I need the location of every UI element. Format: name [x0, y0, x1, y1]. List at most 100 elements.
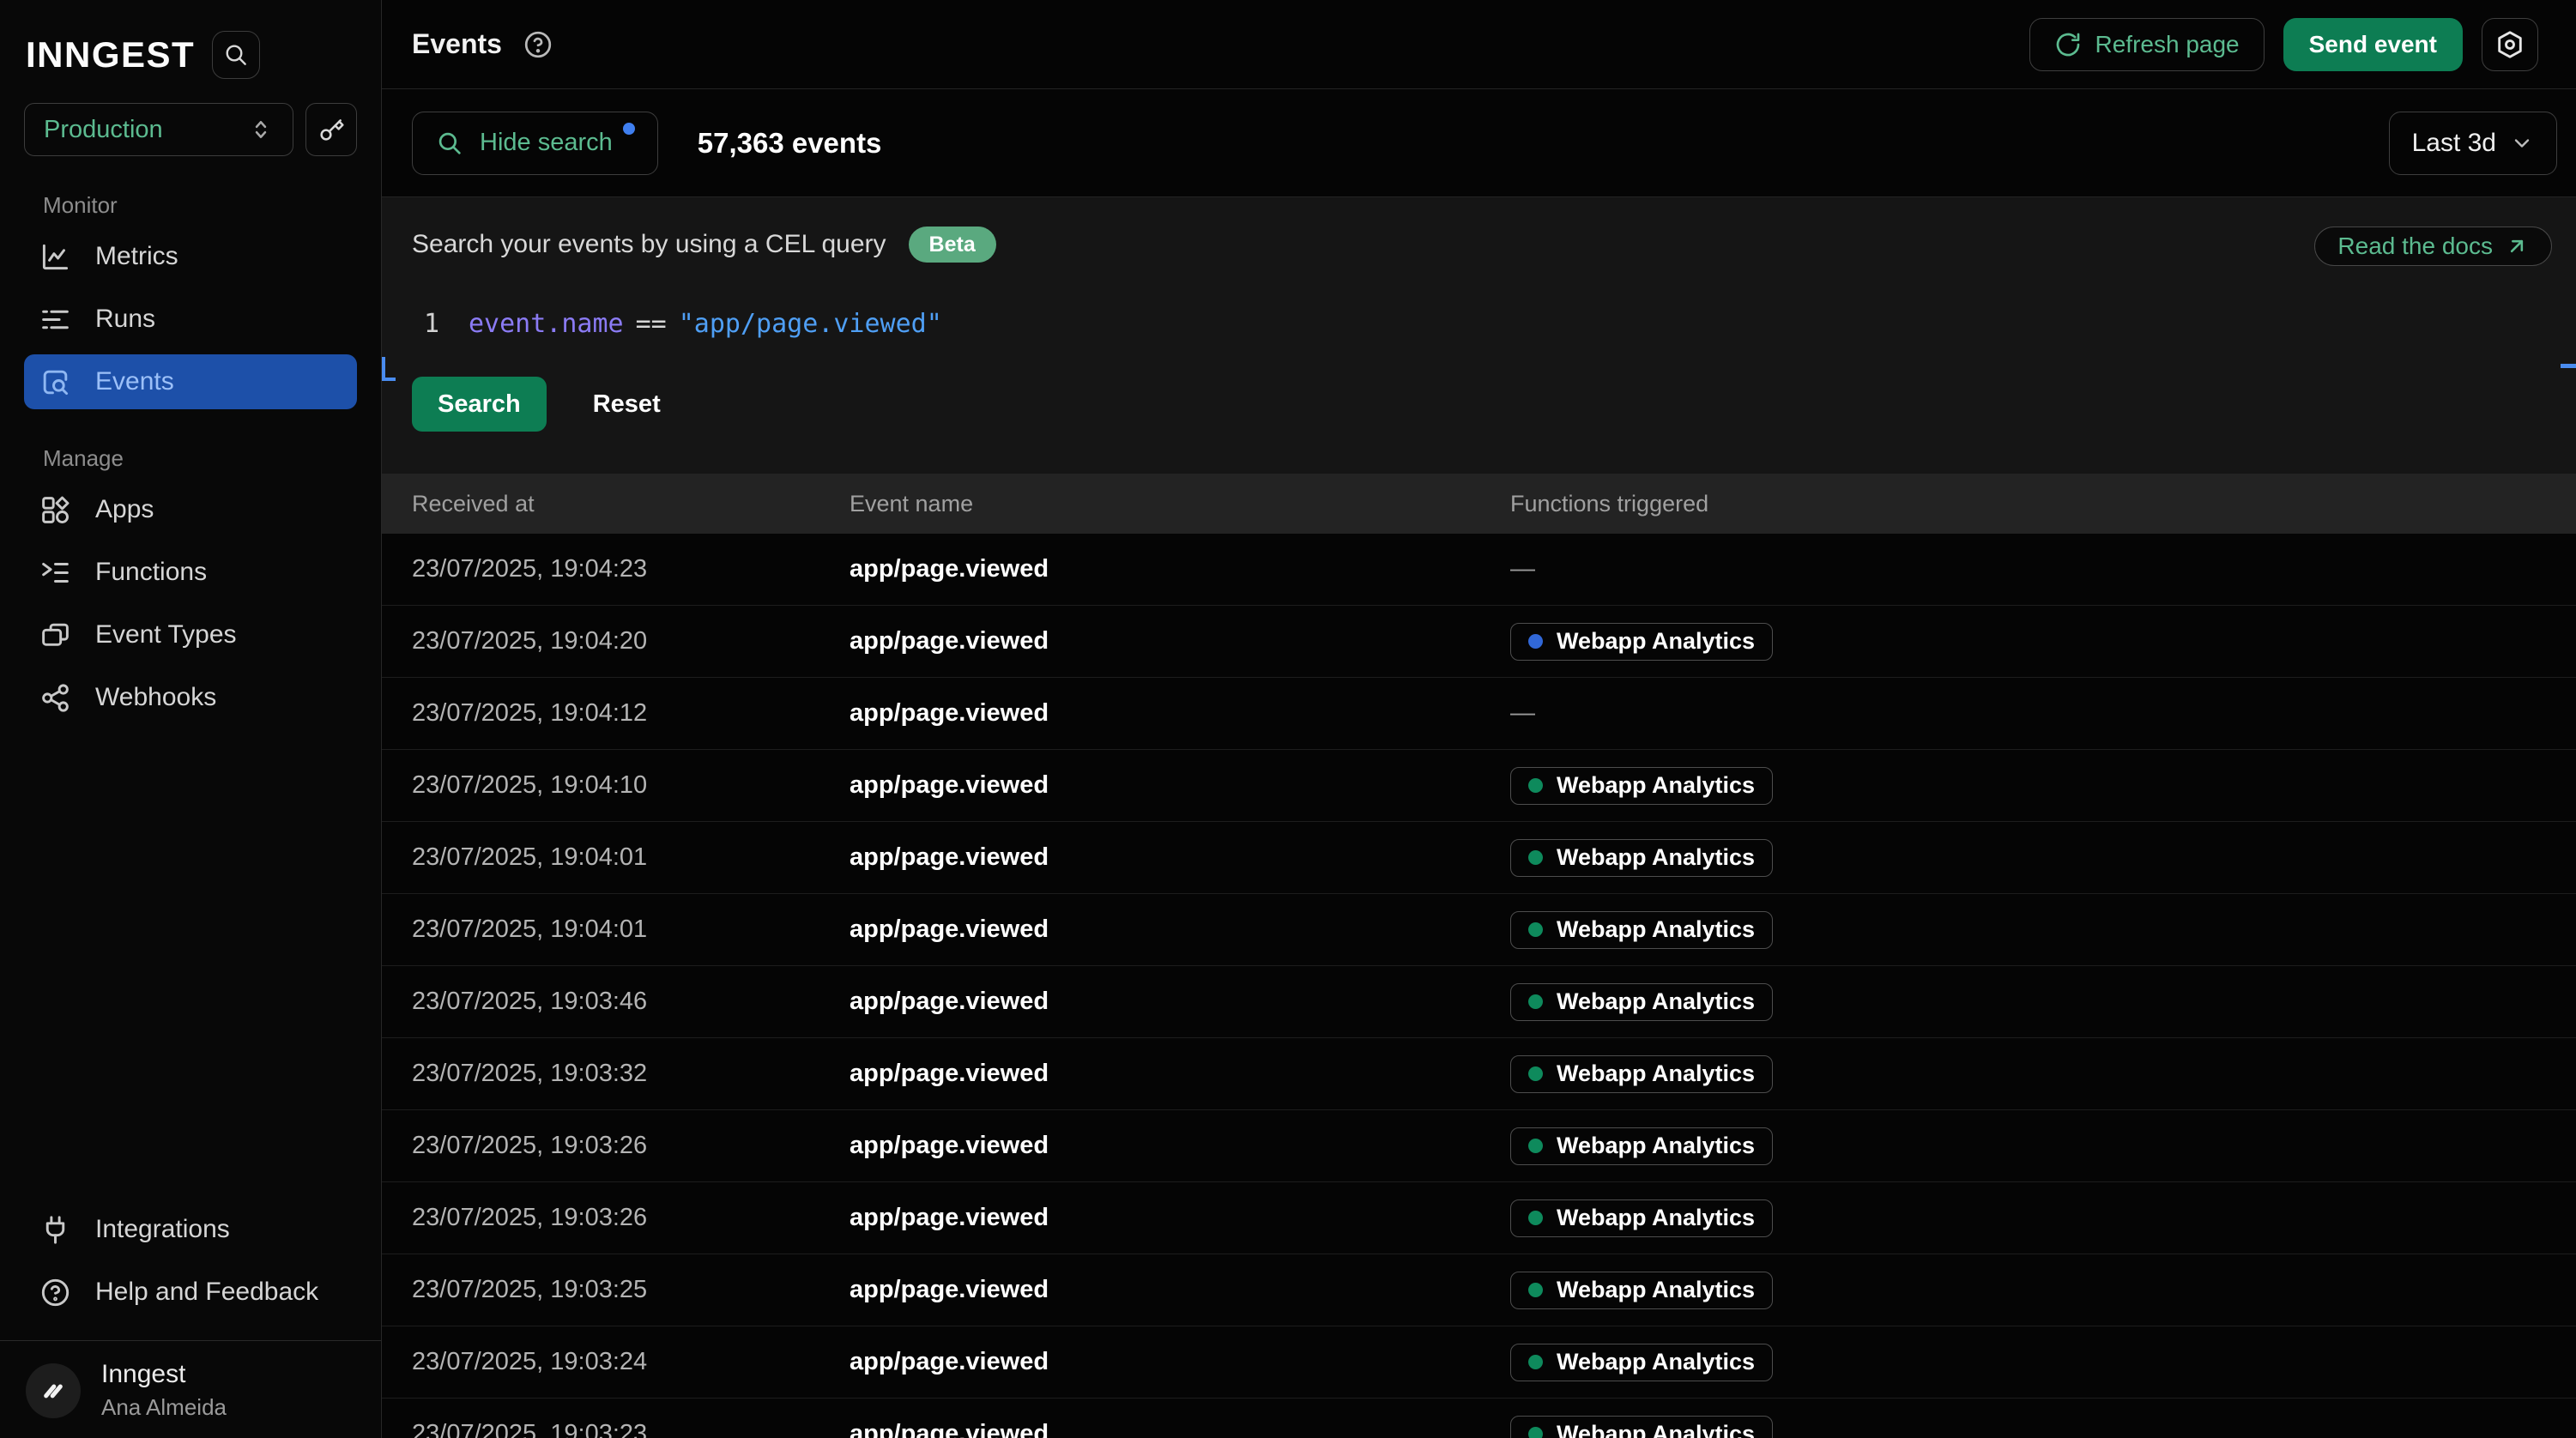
function-badge[interactable]: Webapp Analytics	[1510, 1127, 1773, 1165]
sidebar-item-integrations[interactable]: Integrations	[24, 1202, 357, 1257]
refresh-page-button[interactable]: Refresh page	[2029, 18, 2265, 71]
environment-value: Production	[44, 116, 163, 144]
event-name-cell[interactable]: app/page.viewed	[850, 1204, 1510, 1232]
hide-search-button[interactable]: Hide search	[412, 112, 658, 175]
received-at-cell: 23/07/2025, 19:04:10	[412, 771, 850, 800]
function-badge[interactable]: Webapp Analytics	[1510, 1416, 1773, 1438]
user-text: Inngest Ana Almeida	[101, 1360, 227, 1421]
nav-section-label-monitor: Monitor	[24, 192, 357, 219]
functions-cell: Webapp Analytics	[1510, 1344, 2576, 1381]
sidebar-item-metrics[interactable]: Metrics	[24, 229, 357, 284]
function-status-dot	[1528, 634, 1543, 649]
page-header-left: Events	[412, 28, 553, 60]
integrations-icon	[39, 1214, 71, 1246]
help-circle-icon[interactable]	[523, 29, 553, 60]
function-badge[interactable]: Webapp Analytics	[1510, 1272, 1773, 1309]
sidebar-item-apps[interactable]: Apps	[24, 482, 357, 537]
page-header-actions: Refresh page Send event	[2029, 18, 2539, 71]
time-range-value: Last 3d	[2412, 129, 2496, 158]
table-row[interactable]: 23/07/2025, 19:04:12 app/page.viewed —	[382, 678, 2576, 750]
code-token-property: event.name	[469, 309, 624, 339]
sidebar-item-runs[interactable]: Runs	[24, 292, 357, 347]
editor-scroll-mark-right	[2561, 364, 2576, 368]
functions-cell: Webapp Analytics	[1510, 1272, 2576, 1309]
event-name-cell[interactable]: app/page.viewed	[850, 915, 1510, 944]
table-row[interactable]: 23/07/2025, 19:03:25 app/page.viewed Web…	[382, 1254, 2576, 1326]
function-badge[interactable]: Webapp Analytics	[1510, 1055, 1773, 1093]
cel-title-wrap: Search your events by using a CEL query …	[412, 227, 996, 263]
table-row[interactable]: 23/07/2025, 19:04:23 app/page.viewed —	[382, 534, 2576, 606]
sidebar-top: INNGEST Production Monitor Metrics Runs Eve…	[0, 31, 381, 733]
functions-icon	[39, 557, 71, 589]
table-row[interactable]: 23/07/2025, 19:04:01 app/page.viewed Web…	[382, 894, 2576, 966]
event-name-cell[interactable]: app/page.viewed	[850, 843, 1510, 872]
reset-button[interactable]: Reset	[593, 390, 661, 419]
cel-query-editor[interactable]: 1 event.name=="app/page.viewed"	[412, 309, 2552, 339]
functions-cell: Webapp Analytics	[1510, 911, 2576, 949]
events-toolbar: Hide search 57,363 events Last 3d	[382, 89, 2576, 197]
event-name-cell[interactable]: app/page.viewed	[850, 771, 1510, 800]
cel-query-code: event.name=="app/page.viewed"	[469, 309, 942, 339]
sidebar: INNGEST Production Monitor Metrics Runs Eve…	[0, 0, 382, 1438]
code-token-operator: ==	[636, 309, 667, 339]
sidebar-item-functions[interactable]: Functions	[24, 545, 357, 600]
function-badge[interactable]: Webapp Analytics	[1510, 623, 1773, 661]
event-name-cell[interactable]: app/page.viewed	[850, 1060, 1510, 1088]
table-row[interactable]: 23/07/2025, 19:04:01 app/page.viewed Web…	[382, 822, 2576, 894]
table-row[interactable]: 23/07/2025, 19:03:24 app/page.viewed Web…	[382, 1326, 2576, 1399]
time-range-selector[interactable]: Last 3d	[2389, 112, 2557, 175]
environment-settings-button[interactable]	[2482, 18, 2538, 71]
function-badge[interactable]: Webapp Analytics	[1510, 767, 1773, 805]
table-row[interactable]: 23/07/2025, 19:04:20 app/page.viewed Web…	[382, 606, 2576, 678]
functions-cell: Webapp Analytics	[1510, 623, 2576, 661]
inngest-logo: INNGEST	[26, 34, 195, 76]
event-name-cell[interactable]: app/page.viewed	[850, 1132, 1510, 1160]
send-event-button[interactable]: Send event	[2283, 18, 2463, 71]
account-menu[interactable]: Inngest Ana Almeida	[0, 1341, 381, 1438]
function-status-dot	[1528, 1355, 1543, 1369]
global-search-button[interactable]	[212, 31, 260, 79]
event-name-cell[interactable]: app/page.viewed	[850, 627, 1510, 656]
user-name: Ana Almeida	[101, 1394, 227, 1421]
sidebar-item-label: Runs	[95, 305, 155, 334]
event-name-cell[interactable]: app/page.viewed	[850, 988, 1510, 1016]
chevron-down-icon	[2510, 131, 2534, 155]
sidebar-item-event-types[interactable]: Event Types	[24, 607, 357, 662]
sidebar-nav: MonitorMetricsRunsEventsManageAppsFuncti…	[0, 192, 381, 725]
table-row[interactable]: 23/07/2025, 19:03:32 app/page.viewed Web…	[382, 1038, 2576, 1110]
function-badge[interactable]: Webapp Analytics	[1510, 983, 1773, 1021]
inngest-mark-icon	[36, 1374, 70, 1408]
logo-row: INNGEST	[0, 31, 381, 79]
function-name: Webapp Analytics	[1557, 1421, 1755, 1438]
events-table-body: 23/07/2025, 19:04:23 app/page.viewed — 2…	[382, 534, 2576, 1438]
event-name-cell[interactable]: app/page.viewed	[850, 1420, 1510, 1438]
search-button[interactable]: Search	[412, 377, 547, 432]
received-at-cell: 23/07/2025, 19:03:46	[412, 988, 850, 1016]
table-row[interactable]: 23/07/2025, 19:03:46 app/page.viewed Web…	[382, 966, 2576, 1038]
function-badge[interactable]: Webapp Analytics	[1510, 1344, 1773, 1381]
column-received-at: Received at	[412, 491, 850, 517]
event-name-cell[interactable]: app/page.viewed	[850, 699, 1510, 728]
function-badge[interactable]: Webapp Analytics	[1510, 839, 1773, 877]
table-row[interactable]: 23/07/2025, 19:03:26 app/page.viewed Web…	[382, 1110, 2576, 1182]
sidebar-item-webhooks[interactable]: Webhooks	[24, 670, 357, 725]
cel-title: Search your events by using a CEL query	[412, 230, 886, 259]
arrow-up-right-icon	[2505, 234, 2529, 258]
event-keys-button[interactable]	[305, 103, 357, 156]
environment-selector[interactable]: Production	[24, 103, 293, 156]
sidebar-item-label: Apps	[95, 495, 154, 524]
table-row[interactable]: 23/07/2025, 19:03:23 app/page.viewed Web…	[382, 1399, 2576, 1438]
received-at-cell: 23/07/2025, 19:04:01	[412, 915, 850, 944]
function-badge[interactable]: Webapp Analytics	[1510, 911, 1773, 949]
notification-dot	[623, 123, 635, 135]
event-name-cell[interactable]: app/page.viewed	[850, 1276, 1510, 1304]
event-name-cell[interactable]: app/page.viewed	[850, 1348, 1510, 1376]
sidebar-item-events[interactable]: Events	[24, 354, 357, 409]
table-row[interactable]: 23/07/2025, 19:03:26 app/page.viewed Web…	[382, 1182, 2576, 1254]
sidebar-item-label: Integrations	[95, 1215, 230, 1244]
event-name-cell[interactable]: app/page.viewed	[850, 555, 1510, 583]
sidebar-item-help-and-feedback[interactable]: Help and Feedback	[24, 1265, 357, 1320]
read-the-docs-button[interactable]: Read the docs	[2314, 227, 2552, 266]
function-badge[interactable]: Webapp Analytics	[1510, 1199, 1773, 1237]
table-row[interactable]: 23/07/2025, 19:04:10 app/page.viewed Web…	[382, 750, 2576, 822]
